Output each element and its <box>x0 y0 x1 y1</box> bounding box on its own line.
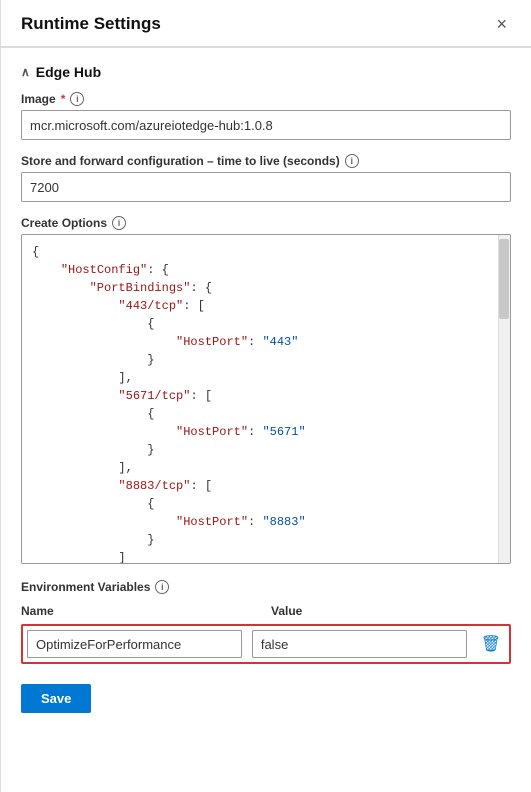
runtime-settings-panel: Runtime Settings × ∧ Edge Hub Image * i <box>0 0 531 792</box>
scrollbar-track <box>498 235 510 563</box>
code-line: { <box>32 243 488 261</box>
store-forward-field-group: Store and forward configuration – time t… <box>21 154 511 202</box>
code-line: } <box>32 441 488 459</box>
code-line: "8883/tcp": [ <box>32 477 488 495</box>
code-editor-wrapper: { "HostConfig": { "PortBindings": { "443… <box>21 234 511 564</box>
image-input[interactable] <box>21 110 511 140</box>
image-field-label: Image * i <box>21 92 511 106</box>
scrollbar-thumb[interactable] <box>499 239 509 319</box>
code-line: { <box>32 495 488 513</box>
edge-hub-section-label: Edge Hub <box>36 64 101 80</box>
delete-env-row-button[interactable]: 🗑 <box>477 634 505 654</box>
env-vars-table: Name Value 🗑 <box>21 604 511 664</box>
store-forward-info-icon[interactable]: i <box>345 154 359 168</box>
code-line: "PortBindings": { <box>32 279 488 297</box>
panel-body: ∧ Edge Hub Image * i Store and forward c… <box>1 48 531 733</box>
env-vars-section: Environment Variables i Name Value 🗑 <box>21 580 511 664</box>
create-options-field-group: Create Options i { "HostConfig": { "Port… <box>21 216 511 564</box>
code-line: } <box>32 351 488 369</box>
panel-header: Runtime Settings × <box>1 0 531 47</box>
col-name-header: Name <box>21 604 261 618</box>
code-line: "HostPort": "443" <box>32 333 488 351</box>
edge-hub-section: ∧ Edge Hub Image * i Store and forward c… <box>21 64 511 564</box>
code-line: } <box>32 531 488 549</box>
code-line: { <box>32 405 488 423</box>
env-vars-info-icon[interactable]: i <box>155 580 169 594</box>
close-button[interactable]: × <box>492 15 511 33</box>
code-line: "HostPort": "8883" <box>32 513 488 531</box>
code-line: ], <box>32 459 488 477</box>
store-forward-label: Store and forward configuration – time t… <box>21 154 511 168</box>
code-line: "443/tcp": [ <box>32 297 488 315</box>
delete-icon: 🗑 <box>481 634 501 654</box>
env-vars-label: Environment Variables i <box>21 580 511 594</box>
code-line: "HostConfig": { <box>32 261 488 279</box>
code-line: ] <box>32 549 488 563</box>
col-value-header: Value <box>271 604 511 618</box>
env-table-header: Name Value <box>21 604 511 618</box>
code-line: "5671/tcp": [ <box>32 387 488 405</box>
env-row: 🗑 <box>21 624 511 664</box>
env-name-input[interactable] <box>27 630 242 658</box>
code-line: ], <box>32 369 488 387</box>
code-line: { <box>32 315 488 333</box>
image-field-group: Image * i <box>21 92 511 140</box>
save-button[interactable]: Save <box>21 684 91 713</box>
env-value-input[interactable] <box>252 630 467 658</box>
edge-hub-section-header[interactable]: ∧ Edge Hub <box>21 64 511 80</box>
image-info-icon[interactable]: i <box>70 92 84 106</box>
create-options-info-icon[interactable]: i <box>112 216 126 230</box>
chevron-up-icon: ∧ <box>21 65 30 79</box>
panel-title: Runtime Settings <box>21 14 161 34</box>
store-forward-input[interactable] <box>21 172 511 202</box>
create-options-label: Create Options i <box>21 216 511 230</box>
required-indicator: * <box>61 92 66 106</box>
code-editor[interactable]: { "HostConfig": { "PortBindings": { "443… <box>22 235 498 563</box>
code-line: "HostPort": "5671" <box>32 423 488 441</box>
